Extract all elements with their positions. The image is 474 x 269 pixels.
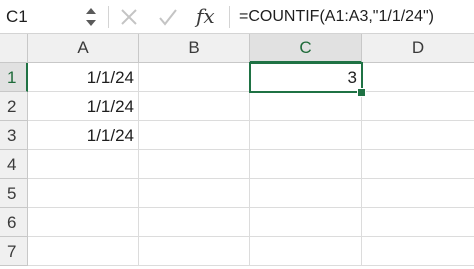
- cell-c4[interactable]: [250, 150, 362, 179]
- formula-input[interactable]: =COUNTIF(A1:A3,"1/1/24"): [239, 0, 434, 33]
- cell-c7[interactable]: [250, 237, 362, 266]
- close-icon[interactable]: [120, 5, 138, 29]
- cell-a7[interactable]: [28, 237, 139, 266]
- row-header-3[interactable]: 3: [0, 121, 28, 150]
- cell-a2[interactable]: 1/1/24: [28, 92, 139, 121]
- column-header-b[interactable]: B: [139, 34, 250, 62]
- column-header-c[interactable]: C: [250, 34, 362, 63]
- toolbar-divider: [229, 6, 230, 28]
- toolbar-divider: [108, 6, 109, 28]
- cell-d6[interactable]: [362, 208, 474, 237]
- column-header-d[interactable]: D: [362, 34, 474, 62]
- row-header-2[interactable]: 2: [0, 92, 28, 121]
- cell-d2[interactable]: [362, 92, 474, 121]
- row-header-4[interactable]: 4: [0, 150, 28, 179]
- cell-c5[interactable]: [250, 179, 362, 208]
- cell-a4[interactable]: [28, 150, 139, 179]
- checkmark-icon[interactable]: [158, 5, 178, 29]
- cell-d4[interactable]: [362, 150, 474, 179]
- cell-d3[interactable]: [362, 121, 474, 150]
- cell-d1[interactable]: [362, 63, 474, 92]
- cell-b1[interactable]: [139, 63, 250, 92]
- cell-b7[interactable]: [139, 237, 250, 266]
- formula-bar: C1 fx =COUNTIF(A1:A3,"1/1/24"): [0, 0, 474, 34]
- select-all-corner[interactable]: [0, 34, 28, 62]
- cell-b4[interactable]: [139, 150, 250, 179]
- cell-a5[interactable]: [28, 179, 139, 208]
- cell-b2[interactable]: [139, 92, 250, 121]
- cell-b5[interactable]: [139, 179, 250, 208]
- cell-b6[interactable]: [139, 208, 250, 237]
- cell-c2[interactable]: [250, 92, 362, 121]
- column-header-a[interactable]: A: [28, 34, 139, 62]
- row-header-5[interactable]: 5: [0, 179, 28, 208]
- up-down-stepper-icon[interactable]: [84, 4, 98, 30]
- function-icon[interactable]: fx: [196, 1, 215, 31]
- row-header-6[interactable]: 6: [0, 208, 28, 237]
- name-box[interactable]: C1: [0, 0, 78, 33]
- cell-d5[interactable]: [362, 179, 474, 208]
- fill-handle[interactable]: [357, 88, 366, 97]
- cell-a3[interactable]: 1/1/24: [28, 121, 139, 150]
- cell-b3[interactable]: [139, 121, 250, 150]
- cell-a1[interactable]: 1/1/24: [28, 63, 139, 92]
- spreadsheet-grid: A B C D 1 2 3 4 5 6 7 1/1/24 3 1/1/24 1/…: [0, 34, 474, 269]
- cell-c3[interactable]: [250, 121, 362, 150]
- cell-c1[interactable]: 3: [250, 63, 362, 92]
- cell-d7[interactable]: [362, 237, 474, 266]
- cell-a6[interactable]: [28, 208, 139, 237]
- row-header-7[interactable]: 7: [0, 237, 28, 266]
- row-header-1[interactable]: 1: [0, 63, 28, 92]
- cell-c6[interactable]: [250, 208, 362, 237]
